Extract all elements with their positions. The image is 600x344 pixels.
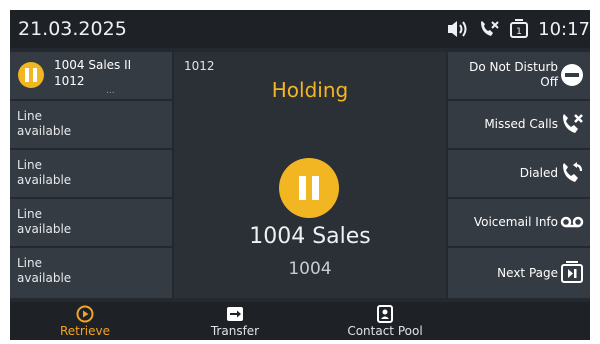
voicemail-label: Voicemail Info <box>473 215 558 229</box>
softkey-bar: Retrieve Transfer Contact Pool <box>10 302 590 340</box>
next-page-button[interactable]: Next Page <box>448 248 590 298</box>
line-key-label: Line available <box>17 158 72 187</box>
missed-calls-label: Missed Calls <box>484 117 558 131</box>
pause-icon <box>18 62 44 88</box>
retrieve-softkey[interactable]: Retrieve <box>25 302 145 340</box>
call-line-number: 1012 <box>184 59 215 73</box>
speaker-icon <box>444 19 470 39</box>
dnd-label: Do Not Disturb <box>469 60 558 74</box>
dialed-calls-icon <box>560 161 584 189</box>
line-key-label: Line available <box>17 109 72 138</box>
contact-pool-label: Contact Pool <box>347 324 423 338</box>
phone-screen: 21.03.2025 1 10:17 1004 Sales II 1012 ..… <box>10 10 590 340</box>
status-bar: 21.03.2025 1 10:17 <box>10 10 590 48</box>
dialed-label: Dialed <box>519 166 558 180</box>
retrieve-label: Retrieve <box>59 324 111 338</box>
line-key-label: Line available <box>17 207 72 236</box>
contact-number: 1004 <box>288 259 332 279</box>
missed-calls-button[interactable]: Missed Calls <box>448 101 590 148</box>
call-panel: 1012 Holding 1004 Sales 1004 <box>174 52 446 298</box>
clock: 10:17 <box>538 18 590 40</box>
call-state: Holding <box>271 78 349 102</box>
contact-pool-icon <box>376 305 394 323</box>
active-line-dots: ... <box>106 86 115 96</box>
line-key-available[interactable]: Line available <box>10 150 172 197</box>
line-key-available[interactable]: Line available <box>10 199 172 246</box>
line-keys: 1004 Sales II 1012 ... Line available Li… <box>10 52 172 298</box>
line-key-label: Line available <box>17 256 72 285</box>
dialed-calls-button[interactable]: Dialed <box>448 150 590 197</box>
line-key-active-call[interactable]: 1004 Sales II 1012 ... <box>10 52 172 99</box>
next-page-icon <box>560 261 584 289</box>
retrieve-icon <box>76 305 94 323</box>
function-keys: Do Not Disturb Off Missed Calls Dialed V… <box>448 52 590 298</box>
do-not-disturb-icon <box>560 63 584 91</box>
line-key-available[interactable]: Line available <box>10 248 172 298</box>
dnd-state: Off <box>540 75 558 89</box>
date-display: 21.03.2025 <box>18 18 127 40</box>
active-line-number: 1012 <box>54 74 85 88</box>
pause-icon <box>279 158 339 218</box>
contact-name: 1004 Sales <box>249 224 371 249</box>
transfer-icon <box>226 305 244 323</box>
missed-calls-icon <box>560 112 584 140</box>
transfer-label: Transfer <box>210 324 260 338</box>
voicemail-info-button[interactable]: Voicemail Info <box>448 199 590 246</box>
line-key-number: 1 <box>516 27 522 37</box>
line-1-icon: 1 <box>508 19 530 39</box>
do-not-disturb-button[interactable]: Do Not Disturb Off <box>448 52 590 99</box>
voicemail-icon <box>560 213 584 235</box>
status-icons: 1 10:17 <box>444 17 590 41</box>
contact-pool-softkey[interactable]: Contact Pool <box>325 302 445 340</box>
transfer-softkey[interactable]: Transfer <box>175 302 295 340</box>
active-line-name: 1004 Sales II <box>54 58 132 72</box>
line-key-available[interactable]: Line available <box>10 101 172 148</box>
missed-call-icon <box>478 19 500 39</box>
next-page-label: Next Page <box>497 266 558 280</box>
